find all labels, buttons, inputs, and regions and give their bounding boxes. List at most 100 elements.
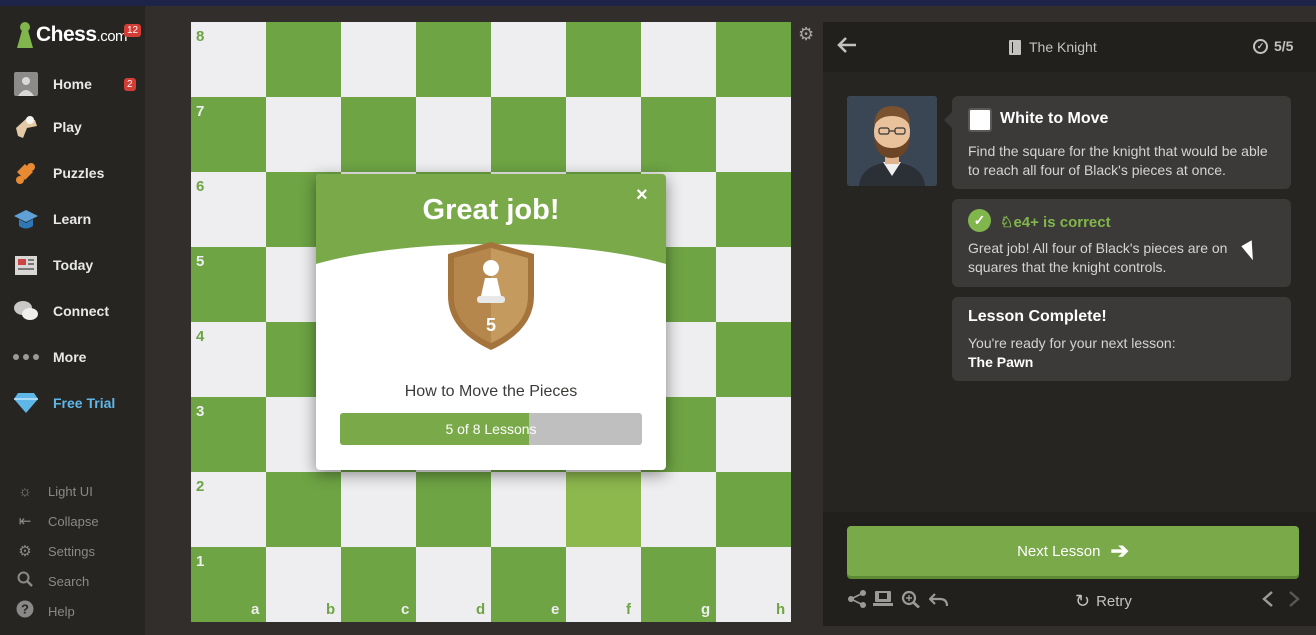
white-to-move-square-icon bbox=[968, 108, 992, 132]
square-b8[interactable] bbox=[266, 22, 341, 97]
computer-vs-icon[interactable] bbox=[873, 590, 893, 613]
next-lesson-name[interactable]: The Pawn bbox=[968, 354, 1033, 370]
lesson-title-text: The Knight bbox=[1029, 39, 1097, 55]
square-h4[interactable] bbox=[716, 322, 791, 397]
light-ui-label: Light UI bbox=[48, 483, 93, 499]
retry-label: Retry bbox=[1096, 593, 1132, 610]
help-link[interactable]: ? Help bbox=[0, 599, 145, 623]
square-h7[interactable] bbox=[716, 97, 791, 172]
panel-footer: Next Lesson ➔ ↻ Retry bbox=[823, 512, 1316, 626]
diamond-icon bbox=[12, 389, 40, 417]
lesson-title: The Knight bbox=[1009, 39, 1097, 55]
file-label: g bbox=[701, 601, 711, 618]
square-h3[interactable] bbox=[716, 397, 791, 472]
nav-item-home[interactable]: Home 2 bbox=[0, 64, 145, 104]
lesson-complete-heading: Lesson Complete! bbox=[968, 308, 1107, 325]
square-c7[interactable] bbox=[341, 97, 416, 172]
course-progress-bar: 5 of 8 Lessons bbox=[340, 413, 642, 445]
nav-item-today[interactable]: Today bbox=[0, 245, 145, 285]
panel-header: The Knight ✓ 5/5 bbox=[823, 22, 1316, 72]
nav-item-play[interactable]: Play bbox=[0, 107, 145, 147]
analysis-magnifier-icon[interactable] bbox=[901, 590, 921, 613]
window-top-strip bbox=[0, 0, 1316, 6]
chevron-right-icon[interactable] bbox=[1287, 590, 1301, 613]
rank-label: 2 bbox=[196, 478, 205, 495]
instruction-card: White to Move Find the square for the kn… bbox=[944, 96, 1291, 189]
next-lesson-button[interactable]: Next Lesson ➔ bbox=[847, 526, 1299, 576]
result-text: Great job! All four of Black's pieces ar… bbox=[968, 240, 1228, 275]
collapse-button[interactable]: ⇤ Collapse bbox=[0, 509, 145, 533]
help-icon: ? bbox=[14, 600, 36, 622]
nav-label-free-trial: Free Trial bbox=[53, 395, 116, 411]
share-icon[interactable] bbox=[847, 590, 867, 613]
notification-badge: 12 bbox=[124, 24, 142, 37]
rank-label: 7 bbox=[196, 103, 205, 120]
book-icon bbox=[1009, 39, 1021, 55]
square-f7[interactable] bbox=[566, 97, 641, 172]
square-h6[interactable] bbox=[716, 172, 791, 247]
square-e7[interactable] bbox=[491, 97, 566, 172]
chess-logo[interactable]: Chess.com 12 bbox=[16, 22, 142, 48]
square-d8[interactable] bbox=[416, 22, 491, 97]
progress-text: 5 of 8 Lessons bbox=[445, 421, 537, 437]
nav-item-connect[interactable]: Connect bbox=[0, 291, 145, 331]
square-e8[interactable] bbox=[491, 22, 566, 97]
square-h5[interactable] bbox=[716, 247, 791, 322]
square-h8[interactable] bbox=[716, 22, 791, 97]
file-label: b bbox=[326, 601, 336, 618]
nav-item-learn[interactable]: Learn bbox=[0, 199, 145, 239]
light-ui-toggle[interactable]: ☼ Light UI bbox=[0, 479, 145, 503]
close-icon[interactable]: × bbox=[636, 184, 648, 207]
back-arrow-icon[interactable] bbox=[837, 34, 857, 60]
file-label: d bbox=[476, 601, 486, 618]
square-g7[interactable] bbox=[641, 97, 716, 172]
settings-link[interactable]: ⚙ Settings bbox=[0, 539, 145, 563]
lesson-count: ✓ 5/5 bbox=[1253, 38, 1293, 54]
lesson-panel: The Knight ✓ 5/5 White to Move Find the … bbox=[823, 22, 1316, 626]
instruction-heading: White to Move bbox=[1000, 110, 1109, 127]
chevron-left-icon[interactable] bbox=[1261, 590, 1275, 613]
puzzle-icon bbox=[12, 159, 40, 187]
logo-suffix: .com bbox=[96, 28, 128, 45]
lesson-complete-card: Lesson Complete! You're ready for your n… bbox=[952, 297, 1291, 381]
modal-title: Great job! bbox=[422, 194, 560, 226]
nav-item-puzzles[interactable]: Puzzles bbox=[0, 153, 145, 193]
file-label: a bbox=[251, 601, 260, 618]
sidebar: Chess.com 12 Home 2 Play Puzzles Learn T… bbox=[0, 6, 145, 635]
square-g2[interactable] bbox=[641, 472, 716, 547]
play-hand-icon bbox=[12, 113, 40, 141]
retry-button[interactable]: ↻ Retry bbox=[1075, 591, 1132, 612]
lesson-count-text: 5/5 bbox=[1274, 38, 1294, 54]
square-d7[interactable] bbox=[416, 97, 491, 172]
next-lesson-label: Next Lesson bbox=[1017, 542, 1101, 560]
nav-item-more[interactable]: More bbox=[0, 337, 145, 377]
badge-number: 5 bbox=[486, 315, 496, 335]
nav-label-puzzles: Puzzles bbox=[53, 165, 105, 181]
rank-label: 4 bbox=[196, 328, 205, 345]
nav-label-play: Play bbox=[53, 119, 82, 135]
square-f2[interactable] bbox=[566, 472, 641, 547]
square-d2[interactable] bbox=[416, 472, 491, 547]
help-label: Help bbox=[48, 603, 75, 619]
square-c2[interactable] bbox=[341, 472, 416, 547]
nav-item-free-trial[interactable]: Free Trial bbox=[0, 383, 145, 423]
rank-label: 3 bbox=[196, 403, 205, 420]
square-b2[interactable] bbox=[266, 472, 341, 547]
square-e2[interactable] bbox=[491, 472, 566, 547]
square-b7[interactable] bbox=[266, 97, 341, 172]
search-icon bbox=[14, 571, 36, 591]
great-job-modal: Great job! × 5 How to Move the Pieces 5 … bbox=[316, 174, 666, 470]
search-link[interactable]: Search bbox=[0, 569, 145, 593]
result-card: ✓ ♘e4+ is correct Great job! All four of… bbox=[952, 199, 1291, 287]
square-g8[interactable] bbox=[641, 22, 716, 97]
square-h2[interactable] bbox=[716, 472, 791, 547]
lesson-complete-text: You're ready for your next lesson: bbox=[968, 335, 1176, 351]
rank-label: 8 bbox=[196, 28, 205, 45]
nav-label-home: Home bbox=[53, 76, 92, 92]
course-title: How to Move the Pieces bbox=[404, 383, 578, 400]
square-f8[interactable] bbox=[566, 22, 641, 97]
square-c8[interactable] bbox=[341, 22, 416, 97]
check-circle-icon: ✓ bbox=[1253, 38, 1268, 54]
undo-icon[interactable] bbox=[928, 590, 949, 613]
board-settings-gear-icon[interactable]: ⚙ bbox=[798, 24, 814, 45]
